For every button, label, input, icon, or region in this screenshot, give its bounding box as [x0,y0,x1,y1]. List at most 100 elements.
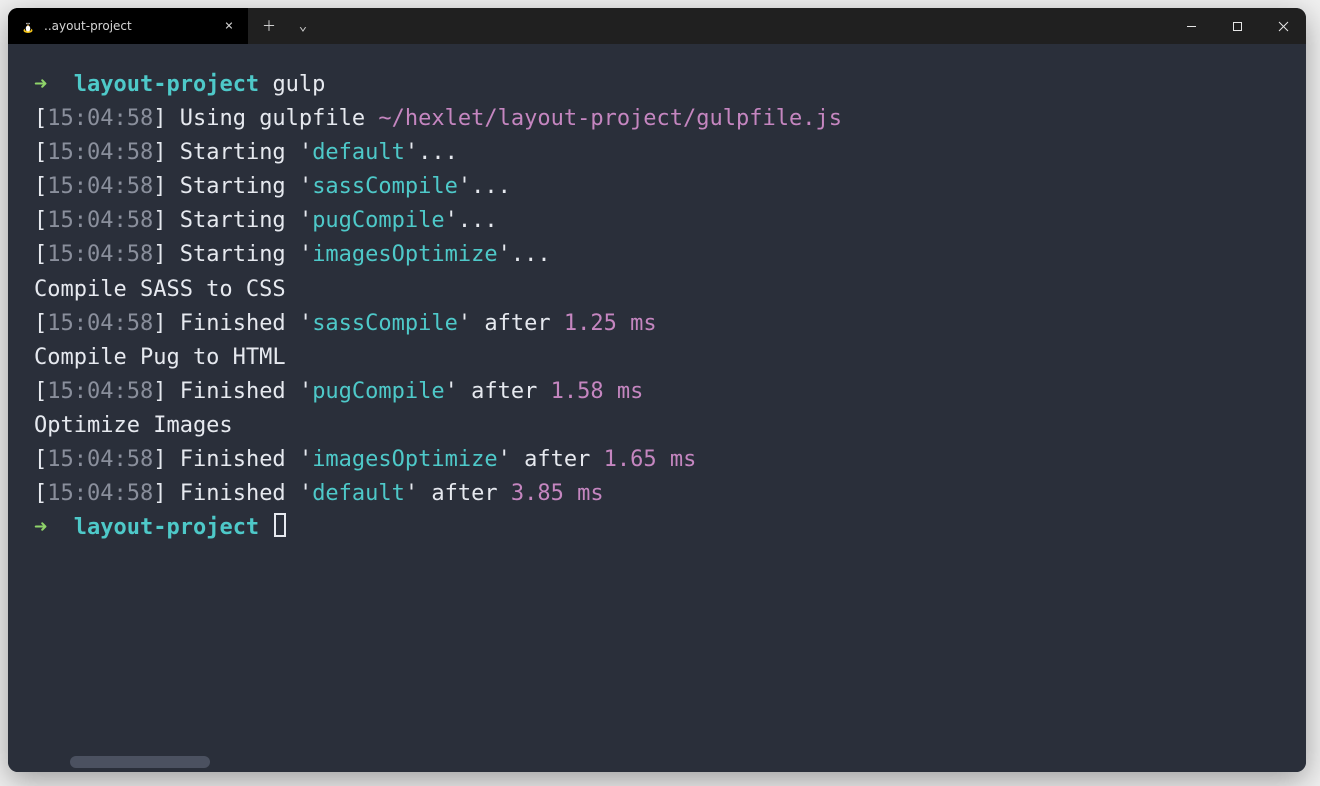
timestamp: 15:04:58 [47,311,153,336]
bracket: ] [153,140,180,165]
bracket: ] [153,242,180,267]
duration: 1.65 ms [604,447,697,472]
log-line: Compile SASS to CSS [34,273,1280,307]
bracket: ] [153,174,180,199]
bracket: ] [153,106,180,131]
bracket: ] [153,379,180,404]
quote: ' [299,379,312,404]
log-label: Finished [180,379,299,404]
titlebar-drag-area[interactable] [318,8,1168,44]
duration: 1.25 ms [564,311,657,336]
quote: ' [445,379,458,404]
terminal-body[interactable]: ➜ layout-project gulp [15:04:58] Using g… [8,44,1306,772]
log-label: Finished [180,481,299,506]
bracket: [ [34,379,47,404]
log-line: [15:04:58] Starting 'imagesOptimize'... [34,238,1280,272]
quote: ' [299,311,312,336]
quote: ' [299,481,312,506]
quote: ' [445,208,458,233]
tab-controls: ＋ ⌄ [248,8,318,44]
log-line: [15:04:58] Starting 'default'... [34,136,1280,170]
bracket: ] [153,481,180,506]
tab-dropdown-button[interactable]: ⌄ [288,8,318,44]
task-name: sassCompile [312,174,458,199]
duration: 1.58 ms [551,379,644,404]
titlebar[interactable]: ..ayout-project × ＋ ⌄ [8,8,1306,44]
minimize-button[interactable] [1168,8,1214,44]
maximize-button[interactable] [1214,8,1260,44]
log-line: [15:04:58] Finished 'default' after 3.85… [34,477,1280,511]
log-line: [15:04:58] Finished 'imagesOptimize' aft… [34,443,1280,477]
quote: ' [405,481,418,506]
dots: ... [418,140,458,165]
after-text: after [418,481,511,506]
log-line: Optimize Images [34,409,1280,443]
timestamp: 15:04:58 [47,481,153,506]
task-name: pugCompile [312,208,444,233]
bracket: ] [153,447,180,472]
log-label: Finished [180,311,299,336]
timestamp: 15:04:58 [47,447,153,472]
quote: ' [299,140,312,165]
task-name: sassCompile [312,311,458,336]
window-controls [1168,8,1306,44]
log-label: Starting [180,174,299,199]
quote: ' [299,174,312,199]
bracket: ] [153,208,180,233]
timestamp: 15:04:58 [47,242,153,267]
log-label: Finished [180,447,299,472]
log-text: Compile SASS to CSS [34,277,286,302]
tab-active[interactable]: ..ayout-project × [8,8,248,44]
prompt-arrow-icon: ➜ [34,72,47,97]
quote: ' [299,447,312,472]
log-label: Starting [180,242,299,267]
timestamp: 15:04:58 [47,140,153,165]
quote: ' [405,140,418,165]
task-name: imagesOptimize [312,447,497,472]
timestamp: 15:04:58 [47,106,153,131]
quote: ' [498,242,511,267]
tux-icon [20,18,36,34]
task-name: imagesOptimize [312,242,497,267]
bracket: [ [34,481,47,506]
log-text: Using gulpfile [180,106,379,131]
dots: ... [471,174,511,199]
task-name: default [312,140,405,165]
quote: ' [498,447,511,472]
timestamp: 15:04:58 [47,379,153,404]
log-line: Compile Pug to HTML [34,341,1280,375]
prompt-cwd: layout-project [74,72,259,97]
bracket: [ [34,242,47,267]
after-text: after [511,447,604,472]
prompt-cwd: layout-project [74,515,259,540]
tab-title: ..ayout-project [44,19,212,33]
new-tab-button[interactable]: ＋ [254,8,284,44]
horizontal-scrollbar-track[interactable] [14,756,1300,768]
bracket: [ [34,208,47,233]
log-output: [15:04:58] Using gulpfile ~/hexlet/layou… [34,102,1280,511]
terminal-window: ..ayout-project × ＋ ⌄ ➜ layout-project g… [8,8,1306,772]
log-text: Optimize Images [34,413,233,438]
cursor-icon [274,513,286,537]
bracket: [ [34,140,47,165]
timestamp: 15:04:58 [47,208,153,233]
log-line: [15:04:58] Finished 'pugCompile' after 1… [34,375,1280,409]
prompt-line: ➜ layout-project [34,511,1280,545]
bracket: ] [153,311,180,336]
dots: ... [458,208,498,233]
log-line: [15:04:58] Using gulpfile ~/hexlet/layou… [34,102,1280,136]
quote: ' [299,208,312,233]
bracket: [ [34,174,47,199]
log-line: [15:04:58] Starting 'pugCompile'... [34,204,1280,238]
log-label: Starting [180,208,299,233]
timestamp: 15:04:58 [47,174,153,199]
bracket: [ [34,447,47,472]
horizontal-scrollbar-thumb[interactable] [70,756,210,768]
close-window-button[interactable] [1260,8,1306,44]
tab-close-button[interactable]: × [220,17,238,35]
gulpfile-path: ~/hexlet/layout-project/gulpfile.js [378,106,842,131]
dots: ... [511,242,551,267]
prompt-command: gulp [272,72,325,97]
log-text: Compile Pug to HTML [34,345,286,370]
quote: ' [458,311,471,336]
